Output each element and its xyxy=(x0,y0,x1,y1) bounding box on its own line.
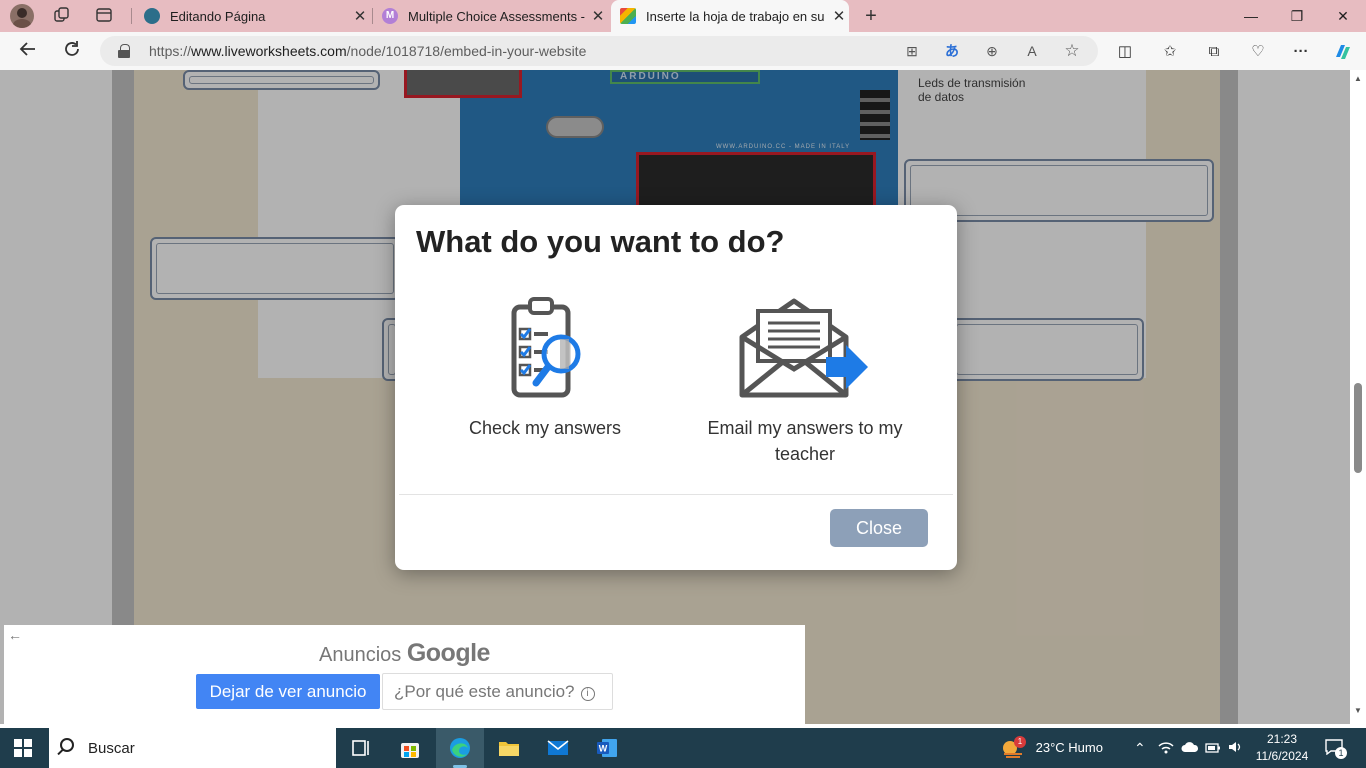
why-this-ad-button[interactable]: ¿Por qué este anuncio? i xyxy=(382,673,613,710)
browser-toolbar: https://www.liveworksheets.com/node/1018… xyxy=(0,32,1366,70)
tab-actions-icon[interactable] xyxy=(94,6,114,26)
clock-date: 11/6/2024 xyxy=(1255,749,1309,763)
tab-separator xyxy=(372,8,373,24)
stop-seeing-ad-button[interactable]: Dejar de ver anuncio xyxy=(196,674,380,709)
search-placeholder: Buscar xyxy=(88,740,135,757)
address-bar[interactable]: https://www.liveworksheets.com/node/1018… xyxy=(100,36,1098,66)
modal-divider xyxy=(399,494,953,495)
back-arrow-icon[interactable] xyxy=(15,39,41,63)
site-favicon-icon: M xyxy=(382,8,398,24)
copilot-icon[interactable] xyxy=(1332,41,1354,63)
windows-start-icon[interactable] xyxy=(14,739,32,757)
tab-separator xyxy=(131,8,132,24)
ad-title: Anuncios Google xyxy=(319,639,490,667)
clock-time: 21:23 xyxy=(1266,732,1298,746)
page-scrollbar[interactable]: ▲ ▼ xyxy=(1350,70,1366,724)
split-screen-icon[interactable]: ◫ xyxy=(1114,41,1136,63)
read-aloud-icon[interactable]: A xyxy=(1022,41,1042,61)
mail-icon[interactable] xyxy=(534,728,582,768)
close-window-button[interactable]: ✕ xyxy=(1320,0,1366,32)
zoom-icon[interactable]: ⊕ xyxy=(982,41,1002,61)
favorite-star-icon[interactable]: ☆ xyxy=(1062,41,1082,61)
edge-browser-icon[interactable] xyxy=(436,728,484,768)
google-ad-panel: ← Anuncios Google Dejar de ver anuncio ¿… xyxy=(4,625,805,724)
check-answers-option[interactable]: Check my answers xyxy=(455,297,635,441)
system-clock[interactable]: 21:23 11/6/2024 xyxy=(1250,731,1314,765)
profile-avatar[interactable] xyxy=(10,4,34,28)
weather-text: 23°C Humo xyxy=(1035,740,1103,755)
site-favicon-icon xyxy=(144,8,160,24)
scroll-up-arrow[interactable]: ▲ xyxy=(1350,72,1366,86)
collections-icon[interactable]: ⧉ xyxy=(1203,41,1225,63)
browser-essentials-icon[interactable]: ♡ xyxy=(1247,41,1269,63)
close-tab-icon[interactable]: ✕ xyxy=(829,7,849,25)
minimize-button[interactable]: — xyxy=(1228,0,1274,32)
close-button[interactable]: Close xyxy=(830,509,928,547)
translate-icon[interactable]: あ xyxy=(942,41,962,61)
info-icon: i xyxy=(580,687,595,701)
show-hidden-icons-icon[interactable]: ⌃ xyxy=(1134,728,1146,768)
weather-badge: 1 xyxy=(1014,736,1026,748)
clipboard-magnifier-icon xyxy=(511,297,581,398)
what-to-do-modal: What do you want to do? Check my answers xyxy=(395,205,957,570)
more-options-icon[interactable]: ··· xyxy=(1290,41,1312,63)
tab-editando-pagina[interactable]: Editando Página ✕ xyxy=(138,0,370,32)
modal-title: What do you want to do? xyxy=(416,224,785,259)
favorites-icon[interactable]: ✩ xyxy=(1159,41,1181,63)
email-answers-label-line1: Email my answers to my xyxy=(707,418,903,438)
volume-icon[interactable] xyxy=(1227,728,1243,768)
windows-taskbar: Buscar W 1 23°C Humo ⌃ 21:23 11/6/2024 1 xyxy=(0,728,1366,768)
wifi-icon[interactable] xyxy=(1158,728,1174,768)
file-explorer-icon[interactable] xyxy=(485,728,533,768)
email-answers-label-line2: teacher xyxy=(774,444,836,464)
battery-icon[interactable] xyxy=(1205,728,1221,768)
microsoft-store-icon[interactable] xyxy=(386,728,434,768)
scroll-down-arrow[interactable]: ▼ xyxy=(1350,704,1366,718)
lock-icon[interactable] xyxy=(118,44,130,58)
app-available-icon[interactable]: ⊞ xyxy=(902,41,922,61)
close-tab-icon[interactable]: ✕ xyxy=(350,7,370,25)
back-arrow-icon[interactable]: ← xyxy=(8,627,22,643)
notifications-icon[interactable]: 1 xyxy=(1325,739,1347,759)
check-answers-label: Check my answers xyxy=(468,418,622,438)
close-tab-icon[interactable]: ✕ xyxy=(588,7,608,25)
refresh-icon[interactable] xyxy=(59,39,85,63)
tab-multiple-choice[interactable]: M Multiple Choice Assessments - M ✕ xyxy=(378,0,608,32)
new-tab-button[interactable]: + xyxy=(861,6,881,26)
restore-button[interactable]: ❐ xyxy=(1274,0,1320,32)
notifications-badge: 1 xyxy=(1335,747,1347,759)
word-icon[interactable]: W xyxy=(583,728,631,768)
task-view-icon[interactable] xyxy=(337,728,385,768)
onedrive-cloud-icon[interactable] xyxy=(1181,728,1199,768)
weather-widget[interactable]: 1 23°C Humo xyxy=(1000,728,1103,768)
taskbar-search-box[interactable]: Buscar xyxy=(49,728,336,768)
workspaces-icon[interactable] xyxy=(52,6,72,26)
liveworksheets-favicon-icon xyxy=(620,8,636,24)
email-answers-option[interactable]: Email my answers to my teacher xyxy=(700,297,910,467)
svg-text:W: W xyxy=(599,744,608,754)
tab-inserte-hoja[interactable]: Inserte la hoja de trabajo en su p ✕ xyxy=(611,0,849,32)
browser-title-bar: Editando Página ✕ M Multiple Choice Asse… xyxy=(0,0,1366,32)
scroll-thumb[interactable] xyxy=(1354,383,1362,473)
url-text[interactable]: https://www.liveworksheets.com/node/1018… xyxy=(149,43,586,59)
search-icon xyxy=(60,738,74,752)
envelope-send-icon xyxy=(739,298,868,398)
